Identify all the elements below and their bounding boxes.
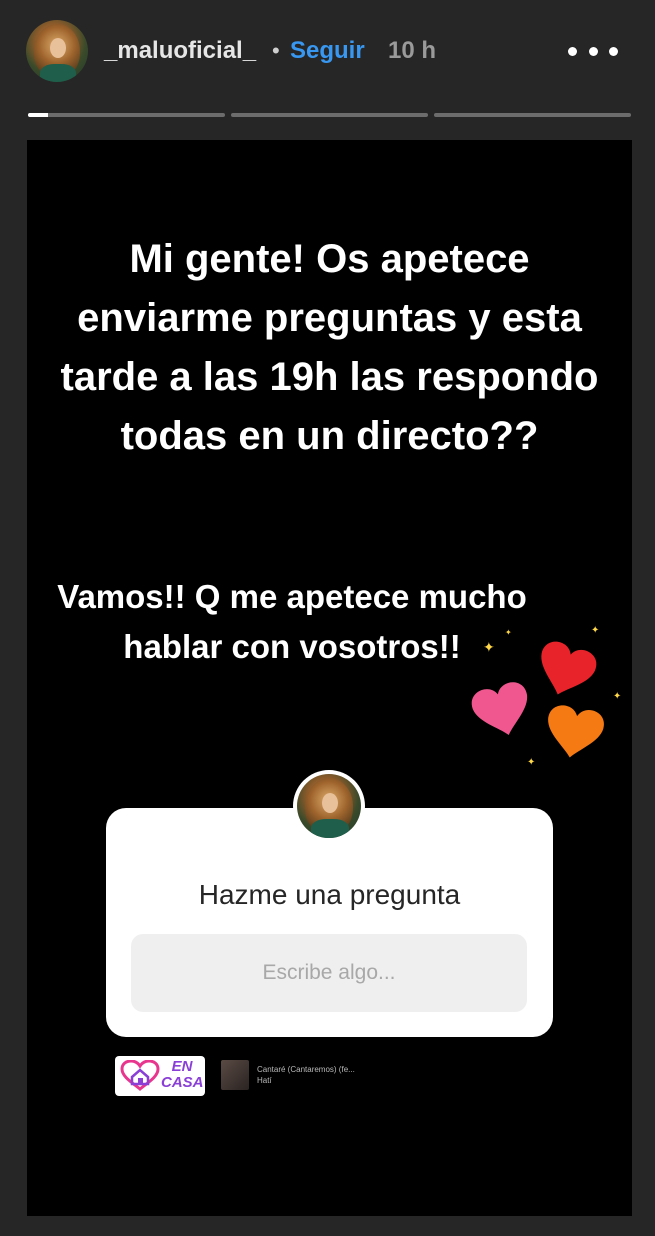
sparkle-icon: ✦ (483, 639, 495, 655)
question-sticker-title: Hazme una pregunta (198, 879, 461, 910)
more-dot (568, 46, 577, 56)
story-main-text: Mi gente! Os apetece enviarme preguntas … (60, 237, 599, 458)
progress-segment-1 (28, 113, 225, 117)
en-casa-line2: CASA (161, 1074, 204, 1091)
sparkle-icon: ✦ (613, 691, 622, 702)
hearts-sticker: ✦ ✦ ✦ ✦ ✦ (465, 620, 625, 780)
question-sticker[interactable]: Hazme una pregunta (106, 808, 553, 1037)
music-title: Cantaré (Cantaremos) (fe... (257, 1065, 355, 1074)
en-casa-line1: EN (171, 1058, 193, 1075)
story-progress-bar (28, 113, 631, 117)
story-content[interactable]: Mi gente! Os apetece enviarme preguntas … (27, 140, 632, 1216)
music-artist: Hatí (257, 1076, 272, 1085)
home-heart-icon (120, 1060, 160, 1091)
more-horizontal-icon[interactable] (568, 36, 618, 66)
avatar-face (322, 793, 338, 813)
story-sub-text: Vamos!! Q me apetece mucho hablar con vo… (57, 578, 527, 665)
en-casa-label: EN CASA (161, 1058, 204, 1091)
sparkle-icon: ✦ (591, 625, 600, 636)
sparkle-icon: ✦ (505, 628, 512, 637)
progress-fill (28, 113, 48, 117)
more-dot (609, 46, 618, 56)
follow-button[interactable]: Seguir (290, 36, 365, 66)
progress-segment-2 (231, 113, 428, 117)
question-sticker-avatar (293, 770, 365, 842)
en-casa-sticker[interactable]: EN CASA (115, 1056, 205, 1096)
sparkle-icon: ✦ (527, 757, 536, 768)
album-art (221, 1060, 249, 1090)
story-viewer: _maluoficial_ • Seguir 10 h Mi gente! Os… (0, 0, 655, 1236)
username[interactable]: _maluoficial_ (104, 36, 256, 66)
story-header: _maluoficial_ • Seguir 10 h (0, 0, 655, 100)
profile-avatar[interactable] (26, 20, 88, 82)
more-dot (588, 46, 598, 56)
progress-segment-3 (434, 113, 631, 117)
question-input[interactable] (131, 934, 527, 1012)
avatar-shirt (311, 819, 349, 838)
avatar-face (50, 38, 66, 58)
separator-dot: • (272, 38, 280, 63)
timestamp: 10 h (388, 37, 437, 64)
avatar-shirt (40, 64, 76, 82)
